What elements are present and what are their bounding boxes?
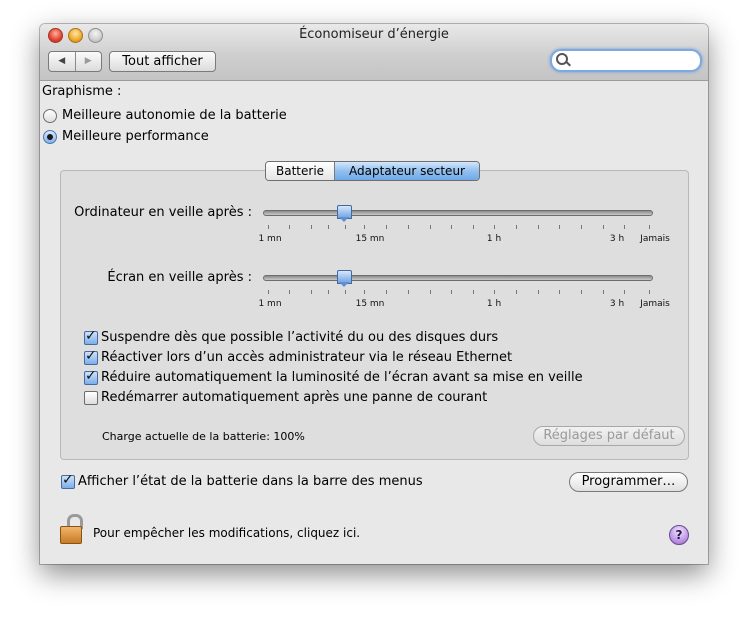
tab-power-adapter[interactable]: Adaptateur secteur <box>335 162 479 180</box>
power-source-tabs: Batterie Adaptateur secteur <box>265 161 480 181</box>
energy-saver-window: Économiseur d’énergie ◀ ▶ Tout afficher … <box>40 24 708 564</box>
checkbox-show-battery-status-label[interactable]: Afficher l’état de la batterie dans la b… <box>78 474 423 489</box>
checkbox-dim-display[interactable] <box>84 368 98 385</box>
checkbox-show-battery-status[interactable] <box>61 472 75 489</box>
tick-label-3h: 3 h <box>609 299 625 309</box>
forward-icon[interactable]: ▶ <box>76 52 102 71</box>
tab-battery[interactable]: Batterie <box>266 162 336 180</box>
search-icon <box>556 53 568 65</box>
computer-sleep-slider[interactable] <box>263 210 653 216</box>
tick-label-never: Jamais <box>640 299 670 309</box>
checkbox-wake-ethernet[interactable] <box>84 348 98 365</box>
window-title: Économiseur d’énergie <box>299 27 449 42</box>
checkbox-dim-display-label[interactable]: Réduire automatiquement la luminosité de… <box>101 370 583 385</box>
tick-label-1h: 1 h <box>486 299 502 309</box>
lock-icon[interactable] <box>60 514 83 544</box>
checkbox-restart-power-failure[interactable] <box>84 391 98 405</box>
back-icon[interactable]: ◀ <box>49 52 76 71</box>
tick-label-15mn: 15 mn <box>355 299 385 309</box>
settings-panel: Ordinateur en veille après : 1 mn 15 mn … <box>60 170 689 460</box>
computer-sleep-thumb[interactable] <box>337 205 352 222</box>
search-input[interactable] <box>572 52 696 68</box>
schedule-button[interactable]: Programmer… <box>569 472 688 492</box>
help-icon[interactable]: ? <box>669 525 689 545</box>
restore-defaults-button[interactable]: Réglages par défaut <box>533 426 685 446</box>
checkbox-disk-sleep[interactable] <box>84 328 98 345</box>
checkbox-restart-power-failure-label[interactable]: Redémarrer automatiquement après une pan… <box>101 390 487 405</box>
radio-battery-life-label[interactable]: Meilleure autonomie de la batterie <box>62 108 287 123</box>
search-field[interactable] <box>550 49 702 72</box>
tick-label-never: Jamais <box>640 234 670 244</box>
tick-label-1h: 1 h <box>486 234 502 244</box>
radio-performance[interactable] <box>43 130 57 144</box>
computer-sleep-label: Ordinateur en veille après : <box>74 205 252 220</box>
back-forward-control: ◀ ▶ <box>48 51 102 72</box>
battery-charge-text: Charge actuelle de la batterie: 100% <box>102 430 305 443</box>
tick-label-1mn: 1 mn <box>258 299 282 309</box>
lock-text[interactable]: Pour empêcher les modifications, cliquez… <box>93 526 360 540</box>
display-sleep-slider[interactable] <box>263 275 653 281</box>
tick-label-15mn: 15 mn <box>355 234 385 244</box>
checkbox-wake-ethernet-label[interactable]: Réactiver lors d’un accès administrateur… <box>101 350 512 365</box>
radio-performance-label[interactable]: Meilleure performance <box>62 129 209 144</box>
graphics-label: Graphisme : <box>42 84 122 99</box>
display-sleep-thumb[interactable] <box>337 270 352 287</box>
tick-label-3h: 3 h <box>609 234 625 244</box>
title-bar: Économiseur d’énergie ◀ ▶ Tout afficher <box>40 24 708 81</box>
radio-battery-life[interactable] <box>43 109 57 123</box>
tick-label-1mn: 1 mn <box>258 234 282 244</box>
display-sleep-label: Écran en veille après : <box>107 270 252 285</box>
checkbox-disk-sleep-label[interactable]: Suspendre dès que possible l’activité du… <box>101 330 498 345</box>
show-all-button[interactable]: Tout afficher <box>109 51 216 72</box>
